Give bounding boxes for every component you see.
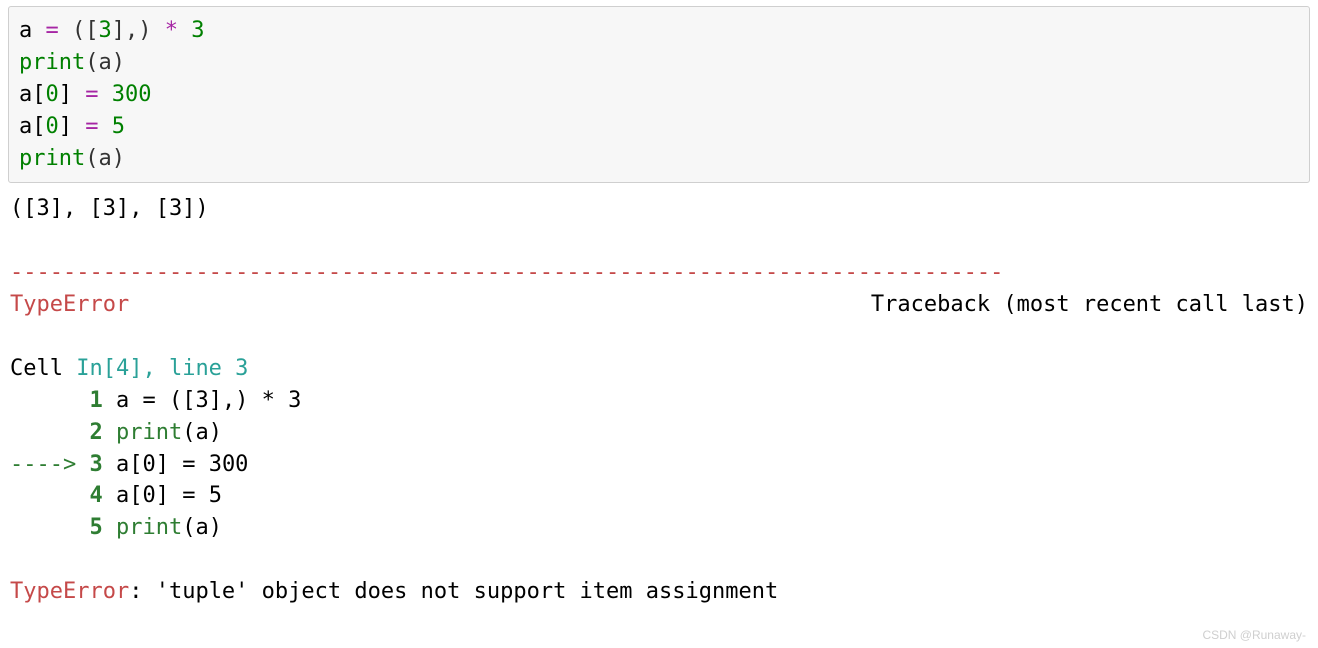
code-input-cell: a = ([3],) * 3 print(a) a[0] = 300 a[0] …	[8, 6, 1310, 183]
output-area: ([3], [3], [3]) ------------------------…	[8, 183, 1310, 614]
watermark-text: CSDN @Runaway-	[1202, 628, 1306, 642]
traceback-line-4: 4 a[0] = 5	[10, 483, 222, 508]
traceback-line-2: 2 print(a)	[10, 420, 222, 445]
traceback-cell-line: Cell In[4], line 3	[10, 356, 248, 381]
traceback-label: Traceback (most recent call last)	[871, 289, 1308, 321]
error-type-name: TypeError	[10, 289, 129, 321]
traceback-final-error: TypeError: 'tuple' object does not suppo…	[10, 579, 778, 604]
code-line-4: a[0] = 5	[19, 114, 125, 139]
traceback-line-5: 5 print(a)	[10, 515, 222, 540]
code-line-3: a[0] = 300	[19, 82, 152, 107]
traceback-separator: ----------------------------------------…	[10, 260, 1003, 285]
stdout-line: ([3], [3], [3])	[10, 196, 209, 221]
traceback-line-1: 1 a = ([3],) * 3	[10, 388, 301, 413]
code-line-5: print(a)	[19, 146, 125, 171]
traceback-line-3-arrow: ----> 3 a[0] = 300	[10, 452, 248, 477]
code-line-2: print(a)	[19, 50, 125, 75]
code-line-1: a = ([3],) * 3	[19, 18, 205, 43]
traceback-header-row: TypeError Traceback (most recent call las…	[10, 289, 1308, 321]
